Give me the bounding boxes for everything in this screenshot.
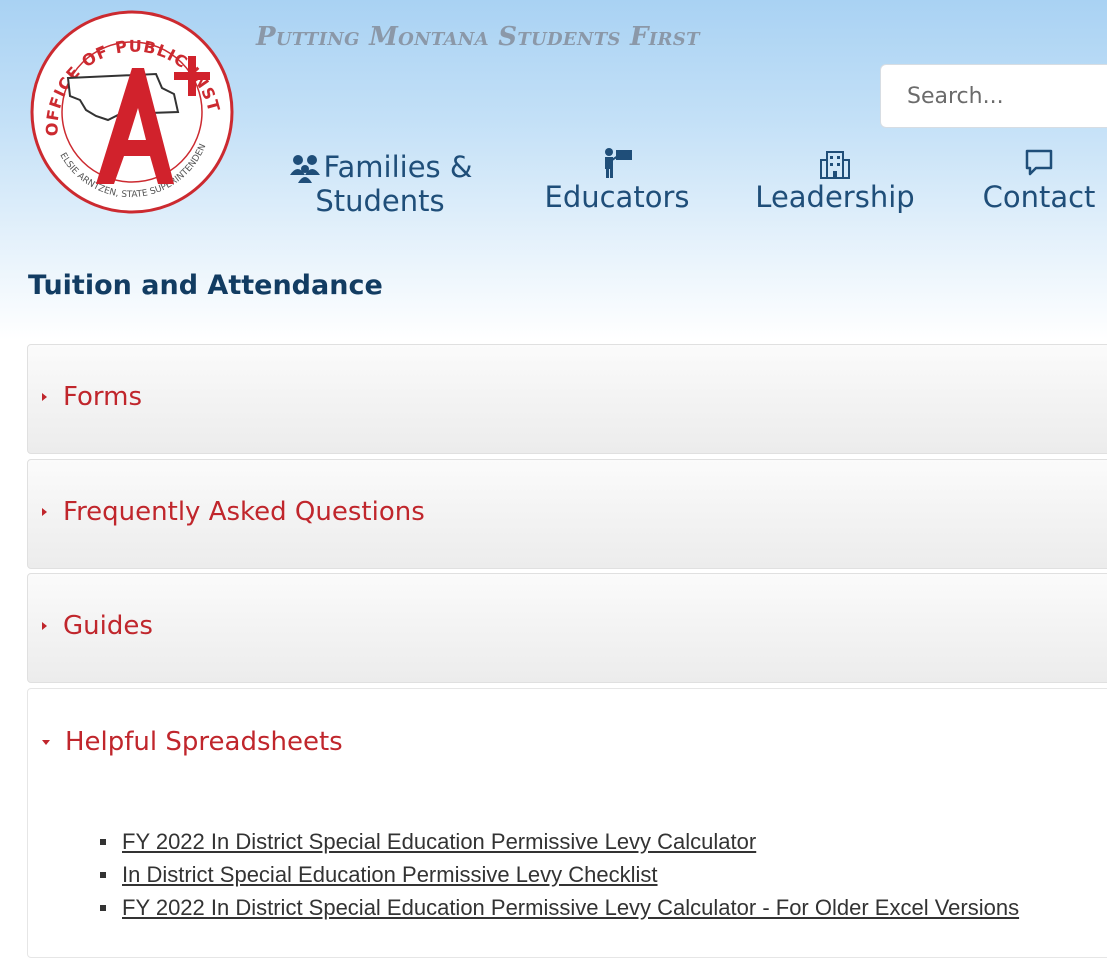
list-item: In District Special Education Permissive… [100,858,1019,891]
accordion-header[interactable]: Helpful Spreadsheets [42,727,343,757]
nav-families-students[interactable]: Families & Students [285,150,475,218]
accordion-title: Frequently Asked Questions [63,497,425,527]
nav-families-label-line1: Families & [323,150,473,184]
building-icon [752,146,918,180]
spreadsheet-link[interactable]: FY 2022 In District Special Education Pe… [122,895,1019,921]
list-item: FY 2022 In District Special Education Pe… [100,891,1019,924]
caret-down-icon [42,739,50,745]
nav-educators[interactable]: Educators [538,146,696,214]
opi-logo[interactable]: OFFICE OF PUBLIC INSTRUCTION ELSIE ARNTZ… [17,0,236,220]
family-icon [288,153,324,183]
caret-right-icon [42,508,47,516]
accordion-title: Helpful Spreadsheets [65,727,343,757]
spreadsheet-link[interactable]: In District Special Education Permissive… [122,862,658,888]
site-tagline: Putting Montana Students First [256,22,700,52]
caret-right-icon [42,393,47,401]
nav-contact-label: Contact [982,180,1096,214]
search-input[interactable] [881,65,1107,127]
nav-leadership[interactable]: Leadership [752,146,918,214]
nav-contact[interactable]: Contact [978,146,1100,214]
chat-icon [978,146,1100,180]
list-item: FY 2022 In District Special Education Pe… [100,825,1019,858]
accordion-title: Forms [63,382,143,412]
caret-right-icon [42,622,47,630]
search-box[interactable] [880,64,1107,128]
accordion-forms[interactable]: Forms [27,344,1107,454]
accordion-title: Guides [63,611,153,641]
nav-leadership-label: Leadership [755,180,915,214]
accordion-faq[interactable]: Frequently Asked Questions [27,459,1107,569]
nav-educators-label: Educators [544,180,690,214]
accordion-guides[interactable]: Guides [27,573,1107,683]
nav-families-label-line2: Students [315,184,445,218]
bullet-icon [100,838,106,845]
accordion-helpful-spreadsheets: Helpful Spreadsheets FY 2022 In District… [27,688,1107,958]
spreadsheet-link-list: FY 2022 In District Special Education Pe… [100,825,1019,924]
page-title: Tuition and Attendance [28,270,383,301]
spreadsheet-link[interactable]: FY 2022 In District Special Education Pe… [122,829,756,855]
bullet-icon [100,904,106,911]
bullet-icon [100,871,106,878]
teacher-icon [538,146,696,180]
